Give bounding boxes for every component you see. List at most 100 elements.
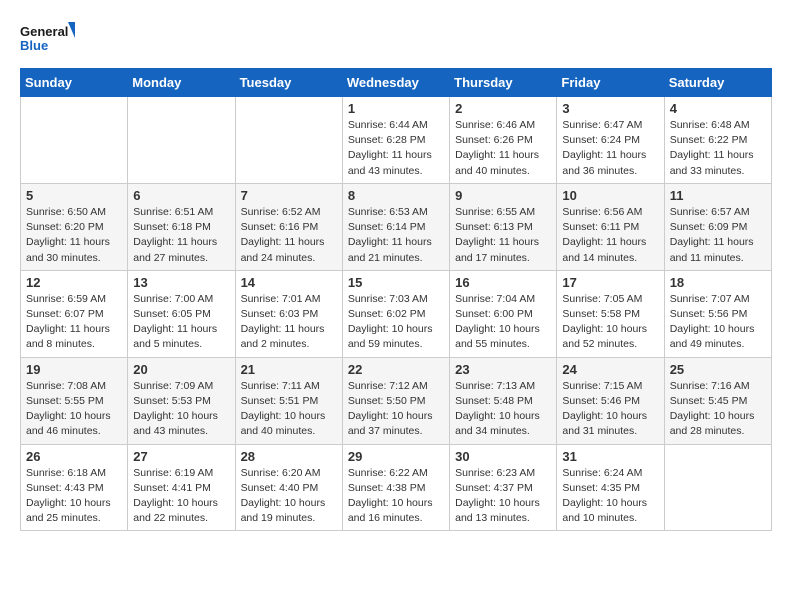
calendar-week-2: 5 Sunrise: 6:50 AM Sunset: 6:20 PM Daylig…	[21, 183, 772, 270]
day-info: Sunrise: 6:48 AM Sunset: 6:22 PM Dayligh…	[670, 118, 766, 179]
day-number: 14	[241, 275, 337, 290]
calendar-empty-cell	[235, 97, 342, 184]
day-info: Sunrise: 6:22 AM Sunset: 4:38 PM Dayligh…	[348, 466, 444, 527]
calendar-day-20: 20 Sunrise: 7:09 AM Sunset: 5:53 PM Dayli…	[128, 357, 235, 444]
calendar-empty-cell	[128, 97, 235, 184]
day-info: Sunrise: 7:08 AM Sunset: 5:55 PM Dayligh…	[26, 379, 122, 440]
day-number: 6	[133, 188, 229, 203]
day-number: 18	[670, 275, 766, 290]
day-info: Sunrise: 7:11 AM Sunset: 5:51 PM Dayligh…	[241, 379, 337, 440]
calendar-day-17: 17 Sunrise: 7:05 AM Sunset: 5:58 PM Dayli…	[557, 270, 664, 357]
day-number: 13	[133, 275, 229, 290]
day-info: Sunrise: 6:20 AM Sunset: 4:40 PM Dayligh…	[241, 466, 337, 527]
day-number: 19	[26, 362, 122, 377]
day-header-friday: Friday	[557, 69, 664, 97]
day-number: 9	[455, 188, 551, 203]
calendar-day-23: 23 Sunrise: 7:13 AM Sunset: 5:48 PM Dayli…	[450, 357, 557, 444]
calendar-day-4: 4Sunrise: 6:48 AM Sunset: 6:22 PM Daylig…	[664, 97, 771, 184]
day-info: Sunrise: 7:05 AM Sunset: 5:58 PM Dayligh…	[562, 292, 658, 353]
day-info: Sunrise: 6:44 AM Sunset: 6:28 PM Dayligh…	[348, 118, 444, 179]
calendar-week-3: 12 Sunrise: 6:59 AM Sunset: 6:07 PM Dayli…	[21, 270, 772, 357]
calendar-day-18: 18 Sunrise: 7:07 AM Sunset: 5:56 PM Dayli…	[664, 270, 771, 357]
calendar-day-24: 24 Sunrise: 7:15 AM Sunset: 5:46 PM Dayli…	[557, 357, 664, 444]
calendar-empty-cell	[21, 97, 128, 184]
day-number: 29	[348, 449, 444, 464]
day-number: 1	[348, 101, 444, 116]
calendar-day-15: 15 Sunrise: 7:03 AM Sunset: 6:02 PM Dayli…	[342, 270, 449, 357]
svg-text:Blue: Blue	[20, 38, 48, 53]
calendar-table: SundayMondayTuesdayWednesdayThursdayFrid…	[20, 68, 772, 531]
day-info: Sunrise: 6:57 AM Sunset: 6:09 PM Dayligh…	[670, 205, 766, 266]
day-info: Sunrise: 7:00 AM Sunset: 6:05 PM Dayligh…	[133, 292, 229, 353]
day-info: Sunrise: 6:51 AM Sunset: 6:18 PM Dayligh…	[133, 205, 229, 266]
day-info: Sunrise: 7:12 AM Sunset: 5:50 PM Dayligh…	[348, 379, 444, 440]
calendar-day-14: 14 Sunrise: 7:01 AM Sunset: 6:03 PM Dayli…	[235, 270, 342, 357]
calendar-day-11: 11 Sunrise: 6:57 AM Sunset: 6:09 PM Dayli…	[664, 183, 771, 270]
day-info: Sunrise: 6:19 AM Sunset: 4:41 PM Dayligh…	[133, 466, 229, 527]
calendar-day-28: 28 Sunrise: 6:20 AM Sunset: 4:40 PM Dayli…	[235, 444, 342, 531]
day-header-monday: Monday	[128, 69, 235, 97]
day-number: 7	[241, 188, 337, 203]
day-info: Sunrise: 6:23 AM Sunset: 4:37 PM Dayligh…	[455, 466, 551, 527]
logo: General Blue	[20, 20, 75, 60]
day-number: 5	[26, 188, 122, 203]
day-info: Sunrise: 7:09 AM Sunset: 5:53 PM Dayligh…	[133, 379, 229, 440]
day-header-saturday: Saturday	[664, 69, 771, 97]
calendar-day-12: 12 Sunrise: 6:59 AM Sunset: 6:07 PM Dayli…	[21, 270, 128, 357]
calendar-day-21: 21Sunrise: 7:11 AM Sunset: 5:51 PM Dayli…	[235, 357, 342, 444]
calendar-day-10: 10Sunrise: 6:56 AM Sunset: 6:11 PM Dayli…	[557, 183, 664, 270]
svg-text:General: General	[20, 24, 68, 39]
day-info: Sunrise: 7:04 AM Sunset: 6:00 PM Dayligh…	[455, 292, 551, 353]
day-number: 17	[562, 275, 658, 290]
day-info: Sunrise: 6:24 AM Sunset: 4:35 PM Dayligh…	[562, 466, 658, 527]
day-number: 10	[562, 188, 658, 203]
day-info: Sunrise: 6:46 AM Sunset: 6:26 PM Dayligh…	[455, 118, 551, 179]
calendar-day-30: 30 Sunrise: 6:23 AM Sunset: 4:37 PM Dayli…	[450, 444, 557, 531]
day-info: Sunrise: 6:59 AM Sunset: 6:07 PM Dayligh…	[26, 292, 122, 353]
calendar-day-9: 9 Sunrise: 6:55 AM Sunset: 6:13 PM Daylig…	[450, 183, 557, 270]
calendar-day-8: 8 Sunrise: 6:53 AM Sunset: 6:14 PM Daylig…	[342, 183, 449, 270]
day-info: Sunrise: 7:03 AM Sunset: 6:02 PM Dayligh…	[348, 292, 444, 353]
day-number: 11	[670, 188, 766, 203]
calendar-day-26: 26Sunrise: 6:18 AM Sunset: 4:43 PM Dayli…	[21, 444, 128, 531]
day-info: Sunrise: 6:55 AM Sunset: 6:13 PM Dayligh…	[455, 205, 551, 266]
calendar-day-2: 2 Sunrise: 6:46 AM Sunset: 6:26 PM Daylig…	[450, 97, 557, 184]
day-header-wednesday: Wednesday	[342, 69, 449, 97]
day-info: Sunrise: 6:53 AM Sunset: 6:14 PM Dayligh…	[348, 205, 444, 266]
calendar-day-3: 3 Sunrise: 6:47 AM Sunset: 6:24 PM Daylig…	[557, 97, 664, 184]
day-header-tuesday: Tuesday	[235, 69, 342, 97]
day-info: Sunrise: 7:07 AM Sunset: 5:56 PM Dayligh…	[670, 292, 766, 353]
calendar-day-25: 25Sunrise: 7:16 AM Sunset: 5:45 PM Dayli…	[664, 357, 771, 444]
day-number: 8	[348, 188, 444, 203]
day-info: Sunrise: 6:50 AM Sunset: 6:20 PM Dayligh…	[26, 205, 122, 266]
logo-svg: General Blue	[20, 20, 75, 60]
day-info: Sunrise: 6:47 AM Sunset: 6:24 PM Dayligh…	[562, 118, 658, 179]
calendar-day-19: 19 Sunrise: 7:08 AM Sunset: 5:55 PM Dayli…	[21, 357, 128, 444]
calendar-week-5: 26Sunrise: 6:18 AM Sunset: 4:43 PM Dayli…	[21, 444, 772, 531]
day-info: Sunrise: 7:01 AM Sunset: 6:03 PM Dayligh…	[241, 292, 337, 353]
day-info: Sunrise: 7:13 AM Sunset: 5:48 PM Dayligh…	[455, 379, 551, 440]
day-info: Sunrise: 6:18 AM Sunset: 4:43 PM Dayligh…	[26, 466, 122, 527]
calendar-day-27: 27Sunrise: 6:19 AM Sunset: 4:41 PM Dayli…	[128, 444, 235, 531]
calendar-day-5: 5 Sunrise: 6:50 AM Sunset: 6:20 PM Daylig…	[21, 183, 128, 270]
day-number: 15	[348, 275, 444, 290]
day-number: 30	[455, 449, 551, 464]
day-number: 24	[562, 362, 658, 377]
day-number: 31	[562, 449, 658, 464]
calendar-day-29: 29 Sunrise: 6:22 AM Sunset: 4:38 PM Dayli…	[342, 444, 449, 531]
day-number: 28	[241, 449, 337, 464]
calendar-empty-cell	[664, 444, 771, 531]
day-number: 3	[562, 101, 658, 116]
calendar-day-1: 1 Sunrise: 6:44 AM Sunset: 6:28 PM Daylig…	[342, 97, 449, 184]
day-number: 12	[26, 275, 122, 290]
day-number: 25	[670, 362, 766, 377]
day-number: 23	[455, 362, 551, 377]
calendar-day-7: 7Sunrise: 6:52 AM Sunset: 6:16 PM Daylig…	[235, 183, 342, 270]
calendar-day-16: 16Sunrise: 7:04 AM Sunset: 6:00 PM Dayli…	[450, 270, 557, 357]
day-info: Sunrise: 7:15 AM Sunset: 5:46 PM Dayligh…	[562, 379, 658, 440]
calendar-week-1: 1 Sunrise: 6:44 AM Sunset: 6:28 PM Daylig…	[21, 97, 772, 184]
day-number: 2	[455, 101, 551, 116]
day-number: 20	[133, 362, 229, 377]
calendar-day-6: 6 Sunrise: 6:51 AM Sunset: 6:18 PM Daylig…	[128, 183, 235, 270]
calendar-week-4: 19 Sunrise: 7:08 AM Sunset: 5:55 PM Dayli…	[21, 357, 772, 444]
